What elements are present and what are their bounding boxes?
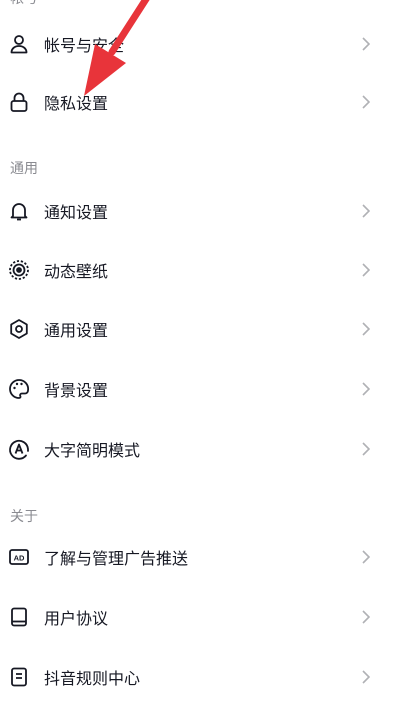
chevron-right-icon	[360, 549, 372, 565]
section-label-about: 关于	[10, 509, 38, 525]
chevron-right-icon	[360, 441, 372, 457]
settings-item-label: 通知设置	[44, 203, 109, 222]
user-icon	[8, 33, 30, 55]
settings-item-general[interactable]: 通用设置	[0, 301, 400, 357]
lock-icon	[8, 91, 30, 113]
chevron-right-icon	[360, 36, 372, 52]
settings-item-wallpaper[interactable]: 动态壁纸	[0, 242, 400, 298]
settings-item-large-font[interactable]: 大字简明模式	[0, 421, 400, 477]
book-icon	[8, 606, 30, 628]
chevron-right-icon	[360, 669, 372, 685]
settings-item-account-security[interactable]: 帐号与安全	[0, 16, 400, 72]
document-icon	[8, 666, 30, 688]
settings-item-label: 用户协议	[44, 609, 109, 628]
chevron-right-icon	[360, 262, 372, 278]
settings-item-background[interactable]: 背景设置	[0, 361, 400, 417]
settings-item-label: 隐私设置	[44, 94, 109, 113]
section-label-account: 帐号	[10, 0, 38, 8]
dotted-circle-icon	[8, 259, 30, 281]
settings-item-ad-management[interactable]: AD 了解与管理广告推送	[0, 529, 400, 585]
settings-item-label: 抖音规则中心	[44, 669, 141, 688]
chevron-right-icon	[360, 203, 372, 219]
settings-item-label: 背景设置	[44, 381, 109, 400]
settings-item-label: 动态壁纸	[44, 262, 109, 281]
section-label-general: 通用	[10, 161, 38, 177]
font-a-icon	[8, 438, 30, 460]
svg-text:AD: AD	[14, 554, 25, 563]
palette-icon	[8, 378, 30, 400]
settings-item-user-agreement[interactable]: 用户协议	[0, 589, 400, 645]
chevron-right-icon	[360, 609, 372, 625]
settings-item-community-rules[interactable]: 抖音规则中心	[0, 649, 400, 705]
settings-item-label: 了解与管理广告推送	[44, 549, 189, 568]
chevron-right-icon	[360, 381, 372, 397]
chevron-right-icon	[360, 321, 372, 337]
settings-item-notifications[interactable]: 通知设置	[0, 183, 400, 239]
settings-item-label: 帐号与安全	[44, 36, 125, 55]
chevron-right-icon	[360, 94, 372, 110]
bell-icon	[8, 200, 30, 222]
gear-icon	[8, 318, 30, 340]
settings-item-privacy[interactable]: 隐私设置	[0, 74, 400, 130]
ad-icon: AD	[8, 546, 30, 568]
settings-item-label: 通用设置	[44, 321, 109, 340]
settings-item-label: 大字简明模式	[44, 441, 141, 460]
